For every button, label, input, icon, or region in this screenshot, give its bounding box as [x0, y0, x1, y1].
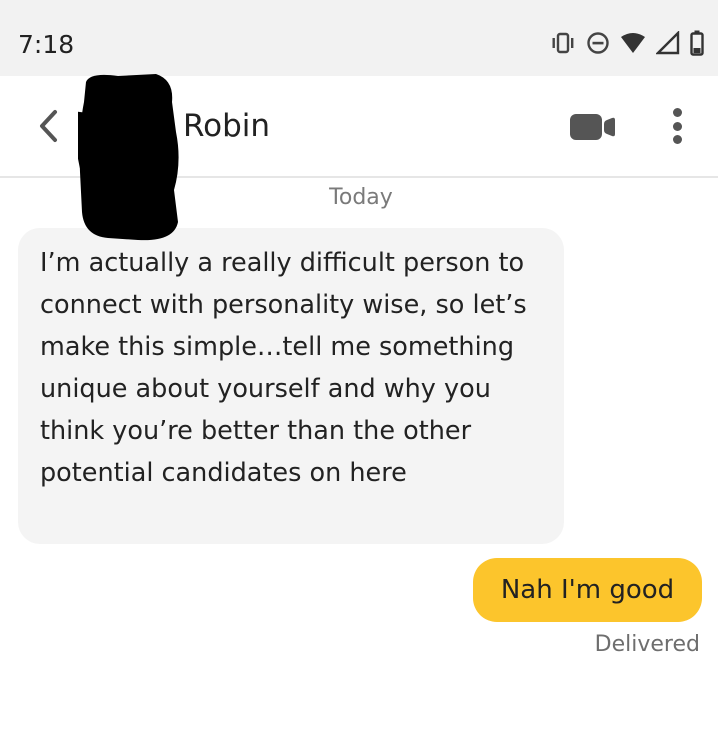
- delivery-status: Delivered: [594, 632, 700, 657]
- outgoing-message-bubble[interactable]: Nah I'm good: [473, 558, 702, 622]
- more-options-button[interactable]: [662, 104, 692, 148]
- vibrate-icon: [552, 32, 574, 54]
- status-time: 7:18: [18, 30, 75, 59]
- chat-screen: 7:18 Robin Today I’m actually a really d…: [0, 0, 718, 738]
- more-vertical-icon-dot: [672, 121, 682, 131]
- wifi-icon: [621, 33, 645, 53]
- do-not-disturb-icon: [587, 32, 609, 54]
- contact-name[interactable]: Robin: [183, 108, 270, 144]
- incoming-message-bubble[interactable]: I’m actually a really difficult person t…: [18, 228, 564, 544]
- video-call-button[interactable]: [570, 112, 616, 142]
- battery-icon: [690, 30, 704, 56]
- more-vertical-icon-dot: [672, 135, 682, 144]
- cell-signal-icon: [656, 31, 680, 55]
- avatar[interactable]: [78, 72, 180, 242]
- outgoing-message-text: Nah I'm good: [500, 575, 675, 605]
- more-vertical-icon: [672, 108, 682, 117]
- video-camera-icon: [570, 114, 615, 140]
- back-button[interactable]: [30, 106, 66, 146]
- incoming-message-text: I’m actually a really difficult person t…: [40, 248, 527, 488]
- status-icons: [550, 30, 704, 56]
- status-bar: 7:18: [0, 0, 718, 76]
- chevron-left-icon: [40, 110, 57, 142]
